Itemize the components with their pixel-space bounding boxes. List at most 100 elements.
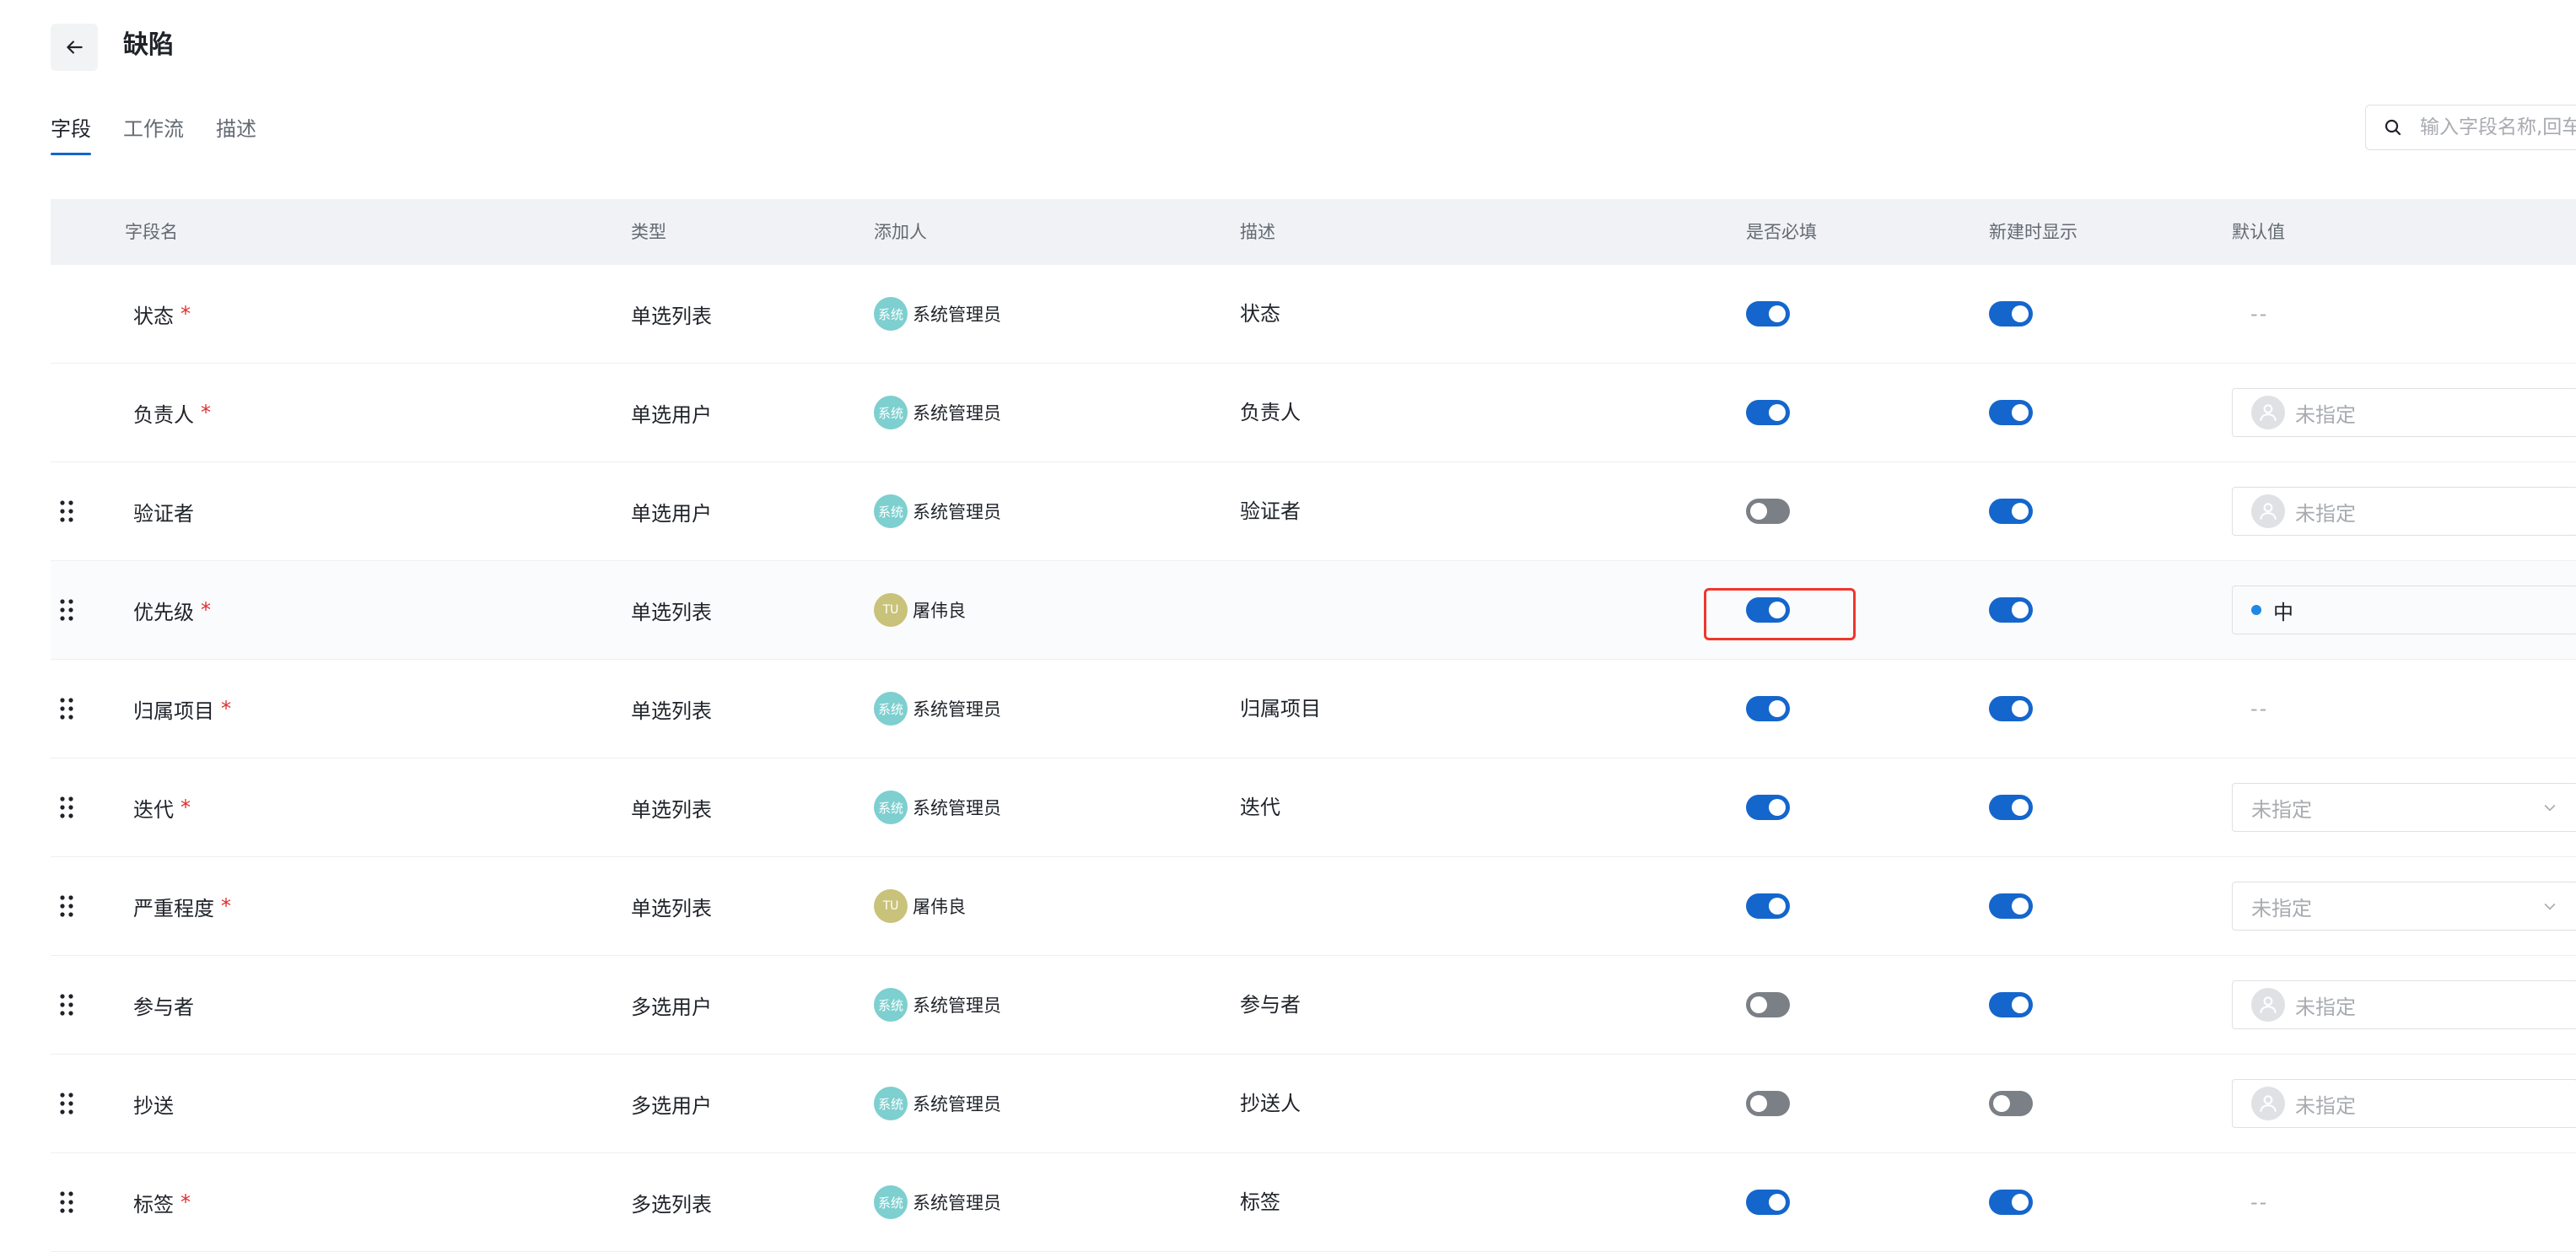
required-cell [1746, 364, 1790, 461]
adder-name: 系统管理员 [913, 502, 1001, 522]
show-on-create-cell [1989, 1055, 2033, 1152]
default-select[interactable]: 未指定 [2232, 783, 2576, 832]
adder-name: 系统管理员 [913, 798, 1001, 818]
required-mark: * [201, 401, 211, 424]
drag-handle-icon[interactable] [57, 498, 76, 525]
required-toggle[interactable] [1746, 400, 1790, 425]
adder-cell: 系统 系统管理员 [874, 758, 1001, 856]
field-type: 多选列表 [631, 1192, 712, 1217]
tab-description[interactable]: 描述 [216, 115, 256, 155]
required-toggle[interactable] [1746, 1190, 1790, 1215]
default-user-picker[interactable]: 未指定 [2232, 388, 2576, 437]
show-on-create-toggle[interactable] [1989, 499, 2033, 524]
table-row: 归属项目 * 单选列表 系统 系统管理员 归属项目 -- [51, 660, 2576, 758]
default-option-select[interactable]: 中 [2232, 586, 2576, 634]
toggle-knob [1750, 1095, 1767, 1112]
adder-cell: 系统 系统管理员 [874, 462, 1001, 560]
default-user-picker[interactable]: 未指定 [2232, 1079, 2576, 1128]
show-on-create-cell [1989, 265, 2033, 363]
field-type: 单选用户 [631, 501, 712, 526]
required-toggle[interactable] [1746, 499, 1790, 524]
default-value: 未指定 [2295, 402, 2356, 427]
field-type: 单选列表 [631, 304, 712, 328]
default-user-picker[interactable]: 未指定 [2232, 487, 2576, 536]
required-cell [1746, 561, 1790, 659]
adder-name: 系统管理员 [913, 1094, 1001, 1114]
table-row: 标签 * 多选列表 系统 系统管理员 标签 -- [51, 1153, 2576, 1252]
required-cell [1746, 1153, 1790, 1251]
field-name: 严重程度 [133, 896, 214, 920]
show-on-create-cell [1989, 660, 2033, 758]
required-toggle[interactable] [1746, 696, 1790, 721]
adder-cell: TU 屠伟良 [874, 561, 966, 659]
col-header-adder: 添加人 [874, 222, 927, 242]
default-select[interactable]: 未指定 [2232, 882, 2576, 931]
required-toggle[interactable] [1746, 301, 1790, 326]
show-on-create-toggle[interactable] [1989, 1091, 2033, 1116]
default-value: 未指定 [2295, 1093, 2356, 1118]
required-mark: * [221, 697, 231, 720]
field-description: 抄送人 [1240, 1092, 1301, 1115]
show-on-create-toggle[interactable] [1989, 400, 2033, 425]
avatar: TU [874, 889, 908, 923]
default-cell: -- [2232, 265, 2268, 363]
field-name: 抄送 [133, 1093, 174, 1118]
required-toggle[interactable] [1746, 992, 1790, 1017]
required-toggle[interactable] [1746, 893, 1790, 919]
show-on-create-toggle[interactable] [1989, 1190, 2033, 1215]
drag-handle-icon[interactable] [57, 991, 76, 1018]
show-on-create-toggle[interactable] [1989, 795, 2033, 820]
drag-handle-icon[interactable] [57, 1090, 76, 1117]
field-type: 单选列表 [631, 896, 712, 920]
adder-cell: 系统 系统管理员 [874, 1153, 1001, 1251]
field-name: 验证者 [133, 501, 194, 526]
show-on-create-toggle[interactable] [1989, 992, 2033, 1017]
show-on-create-cell [1989, 462, 2033, 560]
show-on-create-toggle[interactable] [1989, 301, 2033, 326]
page-title: 缺陷 [123, 30, 174, 60]
default-cell: -- [2232, 660, 2268, 758]
tab-workflow[interactable]: 工作流 [123, 115, 184, 155]
toggle-knob [2012, 602, 2029, 618]
field-name-cell: 优先级 * [133, 561, 211, 659]
default-value: 中 [2273, 600, 2293, 624]
search-box[interactable] [2365, 105, 2576, 150]
drag-handle-icon[interactable] [57, 794, 76, 821]
field-type: 单选用户 [631, 402, 712, 427]
required-toggle[interactable] [1746, 795, 1790, 820]
show-on-create-toggle[interactable] [1989, 597, 2033, 623]
field-name: 状态 [133, 304, 174, 328]
field-type: 单选列表 [631, 600, 712, 624]
toggle-knob [1769, 602, 1786, 618]
toggle-knob [1993, 1095, 2010, 1112]
toggle-knob [1769, 799, 1786, 816]
show-on-create-cell [1989, 1153, 2033, 1251]
field-type: 多选用户 [631, 995, 712, 1019]
required-cell [1746, 462, 1790, 560]
toggle-knob [2012, 1194, 2029, 1211]
drag-handle-icon[interactable] [57, 695, 76, 722]
toggle-knob [1769, 898, 1786, 915]
adder-name: 系统管理员 [913, 305, 1001, 325]
search-input[interactable] [2418, 116, 2576, 139]
default-cell: 中 [2232, 561, 2576, 659]
field-name-cell: 负责人 * [133, 364, 211, 461]
show-on-create-toggle[interactable] [1989, 696, 2033, 721]
drag-handle-icon[interactable] [57, 1189, 76, 1216]
back-button[interactable] [51, 24, 98, 71]
col-header-type: 类型 [631, 222, 666, 242]
show-on-create-cell [1989, 364, 2033, 461]
table-body: 状态 * 单选列表 系统 系统管理员 状态 -- 负责人 * 单选用户 系统 系统管理员 负责人 未指定验… [51, 265, 2576, 1252]
required-toggle[interactable] [1746, 597, 1790, 623]
required-toggle[interactable] [1746, 1091, 1790, 1116]
default-user-picker[interactable]: 未指定 [2232, 980, 2576, 1029]
drag-handle-icon[interactable] [57, 596, 76, 623]
drag-handle-icon[interactable] [57, 893, 76, 920]
user-icon [2251, 494, 2285, 528]
field-description: 负责人 [1240, 401, 1301, 424]
show-on-create-toggle[interactable] [1989, 893, 2033, 919]
toggle-knob [1750, 996, 1767, 1013]
required-cell [1746, 956, 1790, 1054]
field-name: 负责人 [133, 402, 194, 427]
tab-fields[interactable]: 字段 [51, 115, 91, 155]
